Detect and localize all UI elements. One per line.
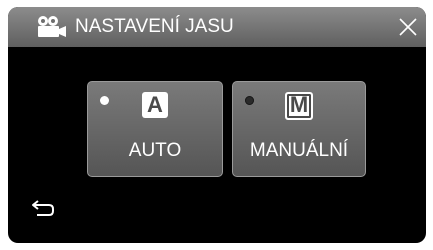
movie-camera-icon	[38, 16, 66, 37]
page-title: NASTAVENÍ JASU	[75, 16, 234, 37]
brightness-settings-panel: NASTAVENÍ JASU A AUTO M MANUÁLNÍ	[8, 7, 426, 243]
close-icon[interactable]	[396, 15, 420, 39]
manual-option-button[interactable]: M MANUÁLNÍ	[232, 81, 366, 177]
auto-option-button[interactable]: A AUTO	[87, 81, 223, 177]
selected-indicator	[100, 96, 109, 105]
return-arrow-icon[interactable]	[29, 196, 59, 220]
manual-option-label: MANUÁLNÍ	[249, 140, 349, 161]
auto-option-label: AUTO	[128, 140, 182, 161]
screen: NASTAVENÍ JASU A AUTO M MANUÁLNÍ	[0, 0, 433, 250]
manual-mode-icon: M	[285, 92, 313, 120]
unselected-indicator	[245, 96, 254, 105]
header-bar: NASTAVENÍ JASU	[8, 7, 426, 47]
auto-mode-icon: A	[142, 92, 168, 118]
